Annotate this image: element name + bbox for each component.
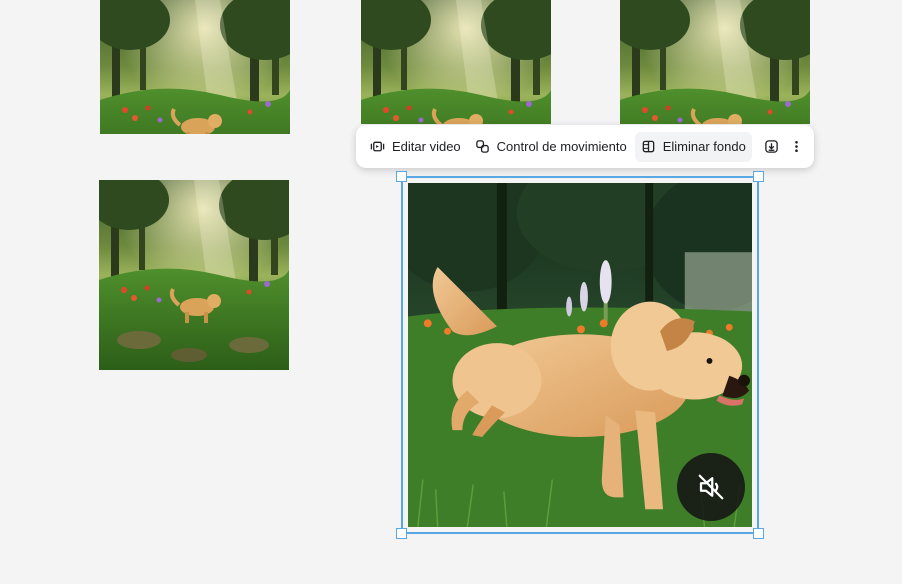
motion-control-button[interactable]: Control de movimiento <box>469 132 633 162</box>
thumbnail-image-4[interactable] <box>99 180 289 370</box>
thumbnail-image-2[interactable] <box>361 0 551 124</box>
resize-handle-bottom-left[interactable] <box>396 528 407 539</box>
volume-off-icon <box>698 474 724 500</box>
edit-video-label: Editar video <box>392 139 461 154</box>
download-button[interactable] <box>760 132 783 162</box>
remove-background-icon <box>642 140 655 153</box>
resize-handle-bottom-right[interactable] <box>753 528 764 539</box>
more-vertical-icon <box>795 140 798 153</box>
resize-handle-top-left[interactable] <box>396 171 407 182</box>
remove-background-label: Eliminar fondo <box>662 139 746 154</box>
download-icon <box>765 140 778 153</box>
thumbnail-image-1[interactable] <box>100 0 290 134</box>
resize-handle-top-right[interactable] <box>753 171 764 182</box>
edit-video-button[interactable]: Editar video <box>364 132 467 162</box>
selection-toolbar: Editar video Control de movimiento Elimi… <box>356 125 814 168</box>
motion-control-label: Control de movimiento <box>496 139 627 154</box>
edit-video-icon <box>370 141 385 152</box>
mute-toggle-button[interactable] <box>677 453 745 521</box>
thumbnail-image-3[interactable] <box>620 0 810 124</box>
motion-control-icon <box>475 140 489 153</box>
more-options-button[interactable] <box>785 132 808 162</box>
remove-background-button[interactable]: Eliminar fondo <box>634 131 752 162</box>
